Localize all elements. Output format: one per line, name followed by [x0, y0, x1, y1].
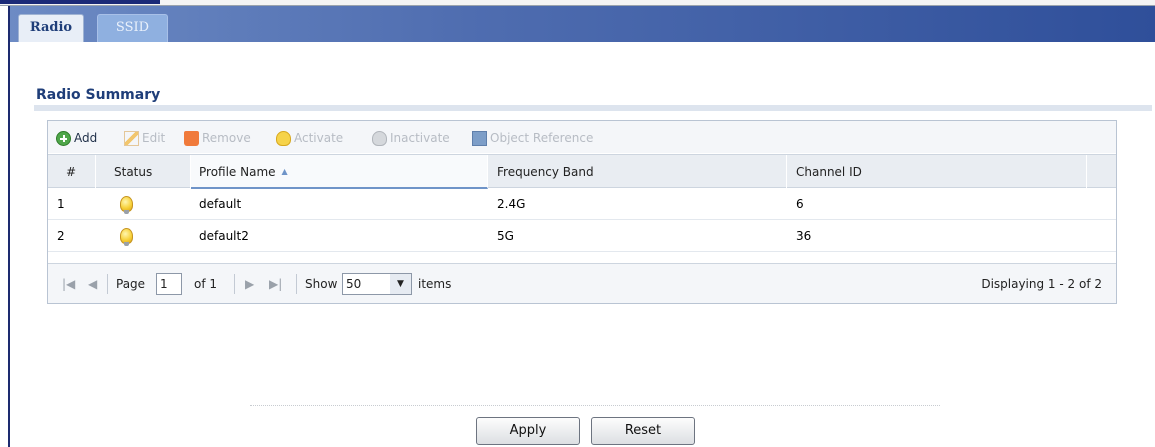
- pagination-bar: |◀ ◀ Page 1 of 1 ▶ ▶| Show 50 ▼ items Di…: [48, 263, 1116, 303]
- column-header-status[interactable]: Status: [96, 155, 191, 189]
- object-reference-button[interactable]: Object Reference: [472, 129, 593, 147]
- tab-radio[interactable]: Radio: [18, 14, 84, 42]
- edit-button[interactable]: Edit: [124, 129, 165, 147]
- add-icon: [56, 131, 71, 146]
- apply-button[interactable]: Apply: [476, 417, 580, 445]
- page-number-input[interactable]: 1: [156, 273, 182, 295]
- remove-label: Remove: [202, 131, 251, 145]
- radio-summary-grid: Add Edit Remove Activate Inactivate Obje…: [47, 120, 1117, 304]
- tab-ssid[interactable]: SSID: [97, 14, 168, 42]
- row-index: 2: [57, 229, 65, 243]
- sort-ascending-icon: ▲: [281, 167, 288, 176]
- row-channel-id: 36: [796, 229, 812, 243]
- top-strip-background: [0, 0, 1155, 5]
- page-count-label: of 1: [194, 277, 218, 291]
- inactivate-button[interactable]: Inactivate: [372, 129, 450, 147]
- status-active-bulb-icon: [120, 220, 133, 252]
- object-reference-icon: [472, 131, 487, 146]
- footer-divider: [250, 405, 940, 406]
- edit-icon: [124, 131, 139, 146]
- next-page-icon[interactable]: ▶: [245, 275, 254, 293]
- reset-button[interactable]: Reset: [591, 417, 695, 445]
- section-title: Radio Summary: [36, 87, 161, 103]
- radio-panel: Radio SSID Radio Summary Add Edit Remove…: [8, 6, 1155, 447]
- pager-divider: [234, 274, 235, 294]
- column-header-index[interactable]: #: [48, 155, 96, 189]
- show-label: Show: [305, 277, 338, 291]
- pager-divider: [296, 274, 297, 294]
- section-divider: [34, 105, 1152, 111]
- first-page-icon[interactable]: |◀: [62, 275, 75, 293]
- top-strip-caption-remnant: [0, 0, 160, 4]
- status-active-bulb-icon: [120, 188, 133, 220]
- add-button[interactable]: Add: [56, 129, 97, 147]
- row-frequency-band: 5G: [497, 229, 514, 243]
- remove-button[interactable]: Remove: [184, 129, 251, 147]
- tab-bar: Radio SSID: [10, 6, 1155, 42]
- table-row[interactable]: 1 default 2.4G 6: [48, 188, 1116, 220]
- row-channel-id: 6: [796, 197, 804, 211]
- page-size-select[interactable]: 50: [342, 273, 390, 295]
- row-profile-name: default2: [199, 229, 249, 243]
- lightbulb-icon: [120, 228, 133, 246]
- row-profile-name: default: [199, 197, 242, 211]
- object-reference-label: Object Reference: [490, 131, 594, 145]
- edit-label: Edit: [142, 131, 166, 145]
- row-frequency-band: 2.4G: [497, 197, 526, 211]
- column-header-profile-name[interactable]: Profile Name ▲: [191, 155, 488, 189]
- grid-toolbar: Add Edit Remove Activate Inactivate Obje…: [48, 121, 1116, 153]
- activate-button[interactable]: Activate: [276, 129, 343, 147]
- page-label: Page: [116, 277, 146, 291]
- inactivate-label: Inactivate: [390, 131, 450, 145]
- activate-label: Activate: [294, 131, 344, 145]
- column-header-frequency-band[interactable]: Frequency Band: [488, 155, 787, 189]
- pager-divider: [107, 274, 108, 294]
- items-label: items: [418, 277, 452, 291]
- last-page-icon[interactable]: ▶|: [269, 275, 282, 293]
- table-header: # Status Profile Name ▲ Frequency Band Ch…: [48, 154, 1116, 189]
- inactivate-bulb-icon: [372, 131, 387, 146]
- add-label: Add: [74, 131, 98, 145]
- profile-name-header-label: Profile Name: [199, 165, 276, 179]
- displaying-summary: Displaying 1 - 2 of 2: [981, 277, 1102, 291]
- lightbulb-icon: [120, 196, 133, 214]
- previous-page-icon[interactable]: ◀: [88, 275, 97, 293]
- row-index: 1: [57, 197, 65, 211]
- chevron-down-icon[interactable]: ▼: [390, 273, 412, 295]
- remove-icon: [184, 131, 199, 146]
- activate-bulb-icon: [276, 131, 291, 146]
- column-header-channel-id[interactable]: Channel ID: [787, 155, 1087, 189]
- table-row[interactable]: 2 default2 5G 36: [48, 220, 1116, 252]
